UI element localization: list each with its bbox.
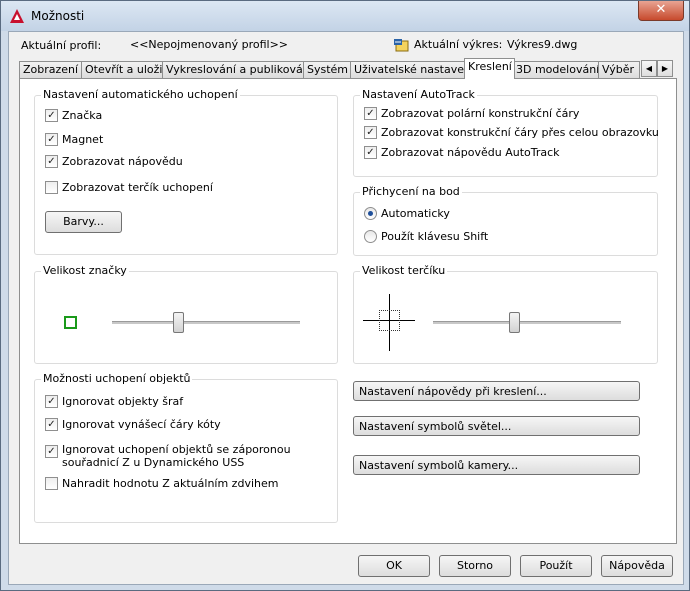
autotrack-title: Nastavení AutoTrack bbox=[360, 88, 477, 101]
apply-button[interactable]: Použít bbox=[520, 555, 592, 577]
replace-z-checkbox[interactable]: Nahradit hodnotu Z aktuálním zdvihem bbox=[45, 476, 279, 491]
drawing-value: Výkres9.dwg bbox=[507, 38, 578, 51]
close-button[interactable]: ✕ bbox=[638, 1, 684, 21]
checkbox-box[interactable]: ✓ bbox=[364, 125, 377, 139]
profile-value: <<Nepojmenovaný profil>> bbox=[130, 38, 289, 51]
drawing-file-icon bbox=[394, 39, 409, 52]
checkbox-box[interactable]: ✓ bbox=[45, 132, 58, 146]
autocad-logo-icon bbox=[10, 9, 24, 23]
marker-label: Značka bbox=[62, 109, 103, 122]
ignore-hatch-label: Ignorovat objekty šraf bbox=[62, 395, 184, 408]
shift-key-label: Použít klávesu Shift bbox=[381, 230, 489, 243]
aperture-size-group: Velikost terčíku bbox=[353, 264, 658, 364]
ignore-dimension-label: Ignorovat vynášecí čáry kóty bbox=[62, 418, 221, 431]
aperture-box-label: Zobrazovat terčík uchopení bbox=[62, 181, 213, 194]
checkbox-box[interactable]: ✓ bbox=[364, 145, 377, 159]
ignore-negative-z-label-2: souřadnicí Z u Dynamického USS bbox=[62, 456, 245, 469]
tab-kresleni[interactable]: Kreslení bbox=[464, 58, 515, 79]
magnet-checkbox[interactable]: ✓ Magnet bbox=[45, 132, 104, 147]
autotrack-group: Nastavení AutoTrack ✓ Zobrazovat polární … bbox=[353, 88, 659, 177]
checkbox-box[interactable] bbox=[45, 180, 58, 194]
full-screen-tracking-label: Zobrazovat konstrukční čáry přes celou o… bbox=[381, 126, 659, 139]
magnet-label: Magnet bbox=[62, 133, 104, 146]
tab-panel-kresleni: Nastavení automatického uchopení ✓ Značka… bbox=[19, 78, 677, 544]
checkbox-box[interactable]: ✓ bbox=[45, 108, 58, 122]
ignore-dimension-checkbox[interactable]: ✓ Ignorovat vynášecí čáry kóty bbox=[45, 417, 221, 432]
autotrack-tooltip-checkbox[interactable]: ✓ Zobrazovat nápovědu AutoTrack bbox=[364, 145, 560, 160]
radio-dot[interactable] bbox=[364, 229, 377, 243]
marker-checkbox[interactable]: ✓ Značka bbox=[45, 108, 103, 123]
replace-z-label: Nahradit hodnotu Z aktuálním zdvihem bbox=[62, 477, 279, 490]
marker-preview bbox=[64, 316, 77, 329]
polar-tracking-checkbox[interactable]: ✓ Zobrazovat polární konstrukční čáry bbox=[364, 106, 580, 121]
colors-button[interactable]: Barvy... bbox=[45, 211, 122, 233]
ok-button[interactable]: OK bbox=[358, 555, 430, 577]
lights-glyph-settings-button[interactable]: Nastavení symbolů světel... bbox=[353, 416, 640, 436]
cancel-button[interactable]: Storno bbox=[439, 555, 511, 577]
tab-otevrit-a-ulozit[interactable]: Otevřít a uložit bbox=[81, 61, 167, 78]
radio-dot[interactable] bbox=[364, 206, 377, 220]
osnap-options-group: Možnosti uchopení objektů ✓ Ignorovat obj… bbox=[34, 372, 338, 523]
profile-label: Aktuální profil: bbox=[21, 39, 102, 52]
acquisition-group: Přichycení na bod Automaticky Použít klá… bbox=[353, 185, 658, 256]
polar-tracking-label: Zobrazovat polární konstrukční čáry bbox=[381, 107, 580, 120]
tab-zobrazeni[interactable]: Zobrazení bbox=[19, 61, 82, 78]
window-title: Možnosti bbox=[31, 9, 85, 23]
tab-scroll-right-icon[interactable]: ▶ bbox=[657, 60, 673, 77]
drawing-label: Aktuální výkres: bbox=[414, 38, 503, 51]
ignore-negative-z-label: Ignorovat uchopení objektů se záporonou bbox=[62, 443, 291, 456]
aperture-size-title: Velikost terčíku bbox=[360, 264, 448, 277]
automatic-radio[interactable]: Automaticky bbox=[364, 206, 450, 221]
aperture-box-checkbox[interactable]: Zobrazovat terčík uchopení bbox=[45, 180, 213, 195]
checkbox-box[interactable]: ✓ bbox=[45, 417, 58, 431]
checkbox-box[interactable]: ✓ bbox=[45, 445, 58, 458]
marker-size-group: Velikost značky bbox=[34, 264, 338, 364]
tab-3d-modelovani[interactable]: 3D modelování bbox=[512, 61, 599, 78]
tab-vyber[interactable]: Výběr bbox=[598, 61, 640, 78]
automatic-label: Automaticky bbox=[381, 207, 450, 220]
tooltip-label: Zobrazovat nápovědu bbox=[62, 155, 183, 168]
checkbox-box[interactable]: ✓ bbox=[364, 106, 377, 120]
tab-uzivatelske-nastaveni[interactable]: Uživatelské nastavení bbox=[350, 61, 474, 78]
aperture-preview bbox=[379, 310, 400, 331]
checkbox-box[interactable] bbox=[45, 476, 58, 490]
autosnap-title: Nastavení automatického uchopení bbox=[41, 88, 240, 101]
help-button[interactable]: Nápověda bbox=[601, 555, 673, 577]
drafting-tooltip-settings-button[interactable]: Nastavení nápovědy při kreslení... bbox=[353, 381, 640, 401]
ignore-negative-z-checkbox[interactable]: ✓ Ignorovat uchopení objektů se záporonou… bbox=[45, 443, 291, 469]
tab-scroll-left-icon[interactable]: ◀ bbox=[641, 60, 657, 77]
tab-vykreslovani[interactable]: Vykreslování a publikování bbox=[162, 61, 313, 78]
tab-system[interactable]: Systém bbox=[303, 61, 351, 78]
shift-key-radio[interactable]: Použít klávesu Shift bbox=[364, 229, 489, 244]
osnap-options-title: Možnosti uchopení objektů bbox=[41, 372, 193, 385]
acquisition-title: Přichycení na bod bbox=[360, 185, 462, 198]
checkbox-box[interactable]: ✓ bbox=[45, 154, 58, 168]
cameras-glyph-settings-button[interactable]: Nastavení symbolů kamery... bbox=[353, 455, 640, 475]
full-screen-tracking-checkbox[interactable]: ✓ Zobrazovat konstrukční čáry přes celou … bbox=[364, 125, 659, 140]
title-bar[interactable]: Možnosti ✕ bbox=[1, 1, 689, 31]
options-dialog: Možnosti ✕ Aktuální profil: <<Nepojmenov… bbox=[0, 0, 690, 591]
aperture-size-track[interactable] bbox=[433, 321, 621, 324]
autosnap-group: Nastavení automatického uchopení ✓ Značka… bbox=[34, 88, 338, 255]
marker-size-title: Velikost značky bbox=[41, 264, 129, 277]
ignore-negative-z-text: Ignorovat uchopení objektů se záporonou s… bbox=[62, 443, 291, 469]
marker-size-slider[interactable] bbox=[172, 312, 184, 333]
autotrack-tooltip-label: Zobrazovat nápovědu AutoTrack bbox=[381, 146, 560, 159]
aperture-size-slider[interactable] bbox=[508, 312, 520, 333]
tooltip-checkbox[interactable]: ✓ Zobrazovat nápovědu bbox=[45, 154, 183, 169]
marker-size-track[interactable] bbox=[112, 321, 300, 324]
dialog-client: Aktuální profil: <<Nepojmenovaný profil>… bbox=[8, 31, 684, 585]
checkbox-box[interactable]: ✓ bbox=[45, 394, 58, 408]
ignore-hatch-checkbox[interactable]: ✓ Ignorovat objekty šraf bbox=[45, 394, 184, 409]
